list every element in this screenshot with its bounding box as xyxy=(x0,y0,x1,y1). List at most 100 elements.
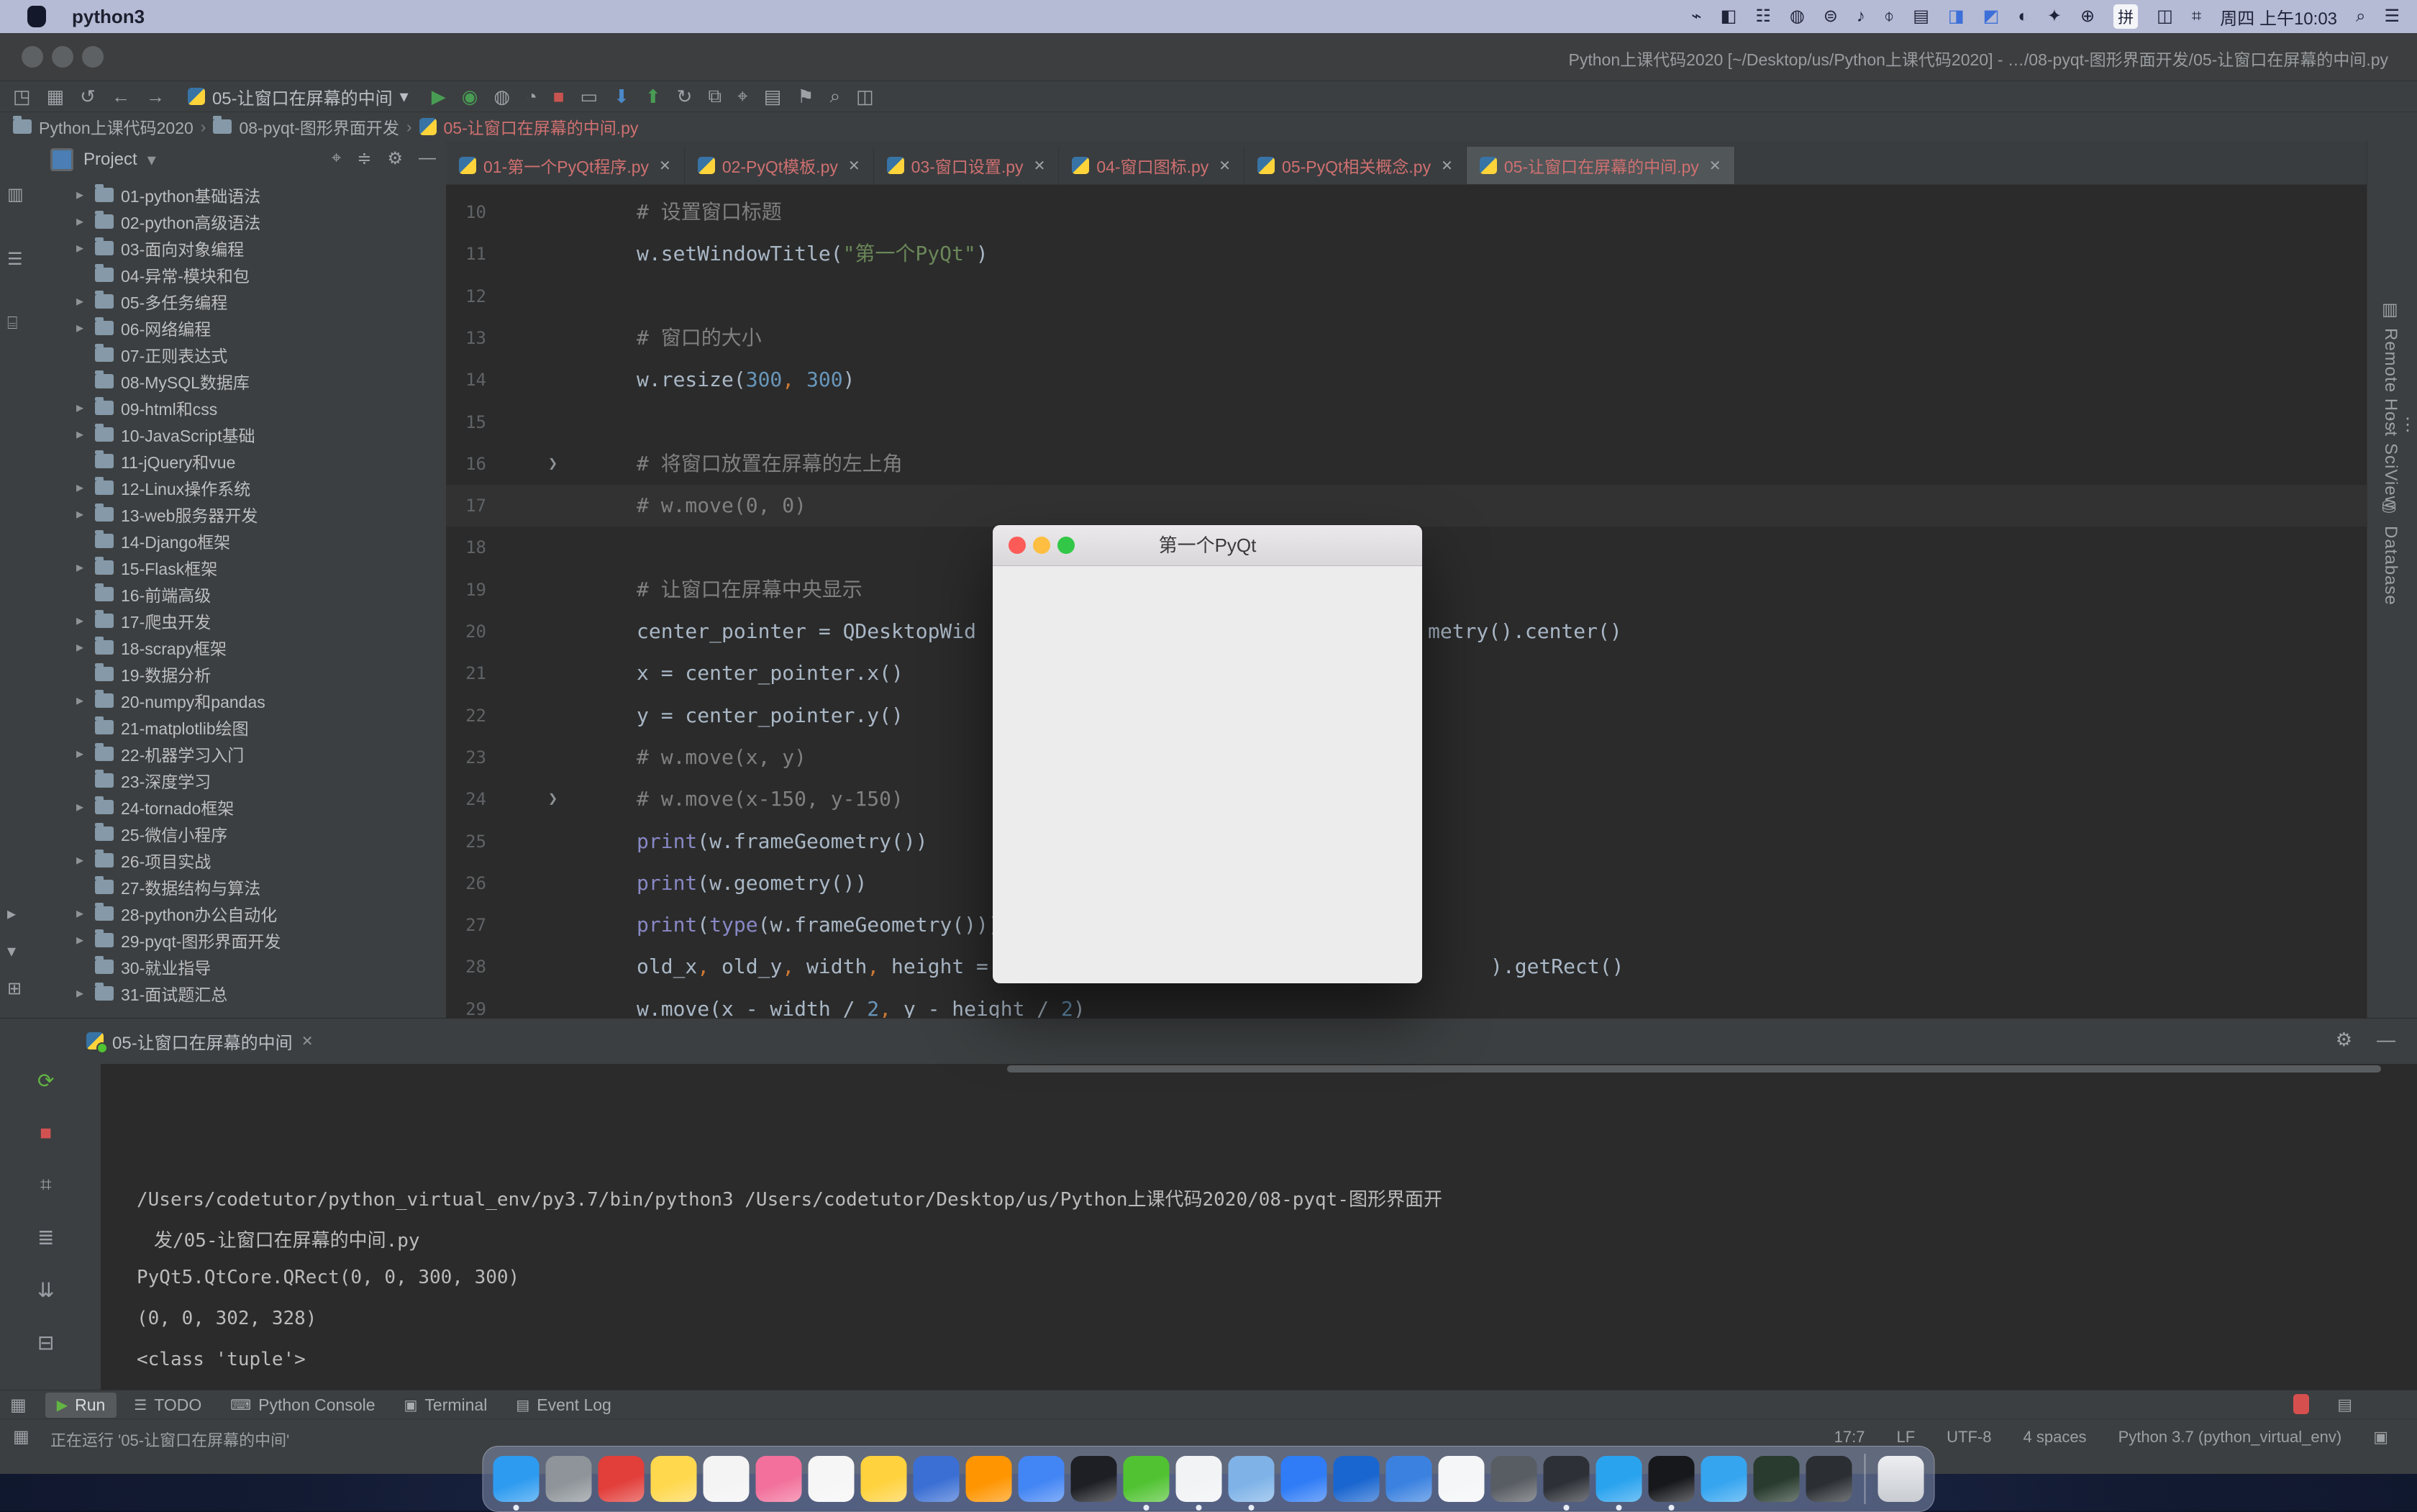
toolbar-icon[interactable]: ⬇ xyxy=(614,86,629,108)
run-toolbar-icon[interactable]: ⇊ xyxy=(37,1278,54,1302)
toolbar-icon[interactable]: ◉ xyxy=(462,86,478,108)
toolbar-icon[interactable]: ⬆ xyxy=(645,86,661,108)
toolbar-icon[interactable]: ■ xyxy=(553,86,565,108)
pyqt-zoom-button[interactable] xyxy=(1057,537,1075,554)
pyqt-close-button[interactable] xyxy=(1009,537,1026,554)
toolbar-icon[interactable]: ⌕ xyxy=(830,85,841,108)
status-widget[interactable]: LF xyxy=(1896,1428,1915,1447)
breadcrumb-item[interactable]: 05-让窗口在屏幕的中间.py xyxy=(444,114,639,139)
menubar-status-icon[interactable]: ⌗ xyxy=(2192,0,2202,33)
breadcrumb-item[interactable]: 08-pyqt-图形界面开发 xyxy=(239,114,399,139)
list-item[interactable]: ▸22-机器学习入门 xyxy=(35,740,446,767)
dock-app-music[interactable] xyxy=(598,1456,645,1502)
list-item[interactable]: ▸13-web服务器开发 xyxy=(35,501,446,527)
menubar-status-icon[interactable]: ☰ xyxy=(2384,0,2400,33)
dock-app-chrome[interactable] xyxy=(1019,1456,1065,1502)
close-icon[interactable]: ✕ xyxy=(301,1032,314,1050)
list-item[interactable]: ▸10-JavaScript基础 xyxy=(35,421,446,447)
list-item[interactable]: ▸24-tornado框架 xyxy=(35,793,446,820)
fold-icon[interactable]: ❯ xyxy=(548,443,557,485)
menubar-status-icon[interactable]: ◩ xyxy=(1983,0,2000,33)
run-toolbar-icon[interactable]: ⊟ xyxy=(37,1331,54,1354)
list-item[interactable]: ▸02-python高级语法 xyxy=(35,208,446,234)
toolbar-icon[interactable]: ↺ xyxy=(80,86,96,108)
list-item[interactable]: 08-MySQL数据库 xyxy=(35,368,446,394)
list-item[interactable]: 27-数据结构与算法 xyxy=(35,873,446,900)
run-config-selector[interactable]: 05-让窗口在屏幕的中间▾ xyxy=(188,84,409,109)
pyqt-titlebar[interactable]: 第一个PyQt xyxy=(993,525,1422,566)
status-widget[interactable]: 4 spaces xyxy=(2024,1428,2087,1447)
tab-01-第一个PyQt程序.py[interactable]: 01-第一个PyQt程序.py✕ xyxy=(446,147,685,184)
dock-app-docker[interactable] xyxy=(1334,1456,1380,1502)
project-tool-icon[interactable]: ⌖ xyxy=(332,148,342,169)
dock-app-evernote[interactable] xyxy=(1544,1456,1590,1502)
dock-app-pycharm[interactable] xyxy=(1596,1456,1642,1502)
menubar-clock[interactable]: 周四 上午10:03 xyxy=(2220,4,2337,29)
toolbar-icon[interactable]: ▤ xyxy=(764,86,782,108)
list-item[interactable]: 30-就业指导 xyxy=(35,953,446,980)
project-tool-icon[interactable]: — xyxy=(419,148,436,169)
status-widget[interactable]: ▣ xyxy=(2373,1428,2388,1447)
list-item[interactable]: ▸15-Flask框架 xyxy=(35,554,446,580)
list-item[interactable]: 23-深度学习 xyxy=(35,767,446,793)
status-widget[interactable]: 17:7 xyxy=(1834,1428,1865,1447)
menubar-status-icon[interactable]: ▤ xyxy=(1913,0,1929,33)
close-icon[interactable]: ✕ xyxy=(1441,157,1453,175)
toolwindow-button-run[interactable]: ▶Run xyxy=(45,1393,117,1418)
list-item[interactable]: ▸17-爬虫开发 xyxy=(35,607,446,634)
grid-icon[interactable]: ▦ xyxy=(10,1395,27,1416)
project-tool-icon[interactable]: ⚙ xyxy=(387,148,403,169)
toolbar-icon[interactable]: ▶ xyxy=(432,86,446,108)
breadcrumb-item[interactable]: Python上课代码2020 xyxy=(39,114,194,139)
dock-app-dropbox[interactable] xyxy=(1281,1456,1327,1502)
menubar-status-icon[interactable]: ◐ xyxy=(2018,0,2029,33)
list-item[interactable]: ▸12-Linux操作系统 xyxy=(35,474,446,501)
close-button[interactable] xyxy=(22,46,43,68)
dock-app-vscode[interactable] xyxy=(1806,1456,1852,1502)
dock-app-photoshop[interactable] xyxy=(914,1456,960,1502)
tab-04-窗口图标.py[interactable]: 04-窗口图标.py✕ xyxy=(1059,147,1244,184)
toolbar-icon[interactable]: ◫ xyxy=(856,86,874,108)
toolbar-icon[interactable]: ⌖ xyxy=(737,85,748,108)
tab-05-让窗口在屏幕的中间.py[interactable]: 05-让窗口在屏幕的中间.py✕ xyxy=(1467,147,1735,184)
panel-tool-icon[interactable]: — xyxy=(2377,1029,2395,1051)
tool-stripe-label-database[interactable]: Database xyxy=(2380,526,2400,606)
minimize-button[interactable] xyxy=(52,46,73,68)
tool-stripe-icon[interactable]: ⌸ xyxy=(7,314,17,334)
toolbar-icon[interactable]: ◳ xyxy=(13,86,31,108)
list-item[interactable]: ▸31-面试题汇总 xyxy=(35,980,446,1006)
toolbar-icon[interactable]: ▭ xyxy=(581,86,598,108)
run-toolbar-icon[interactable]: ■ xyxy=(37,1121,54,1144)
dock-app-notes[interactable] xyxy=(651,1456,697,1502)
list-item[interactable]: ▸01-python基础语法 xyxy=(35,181,446,208)
dock-app-textedit[interactable] xyxy=(704,1456,750,1502)
list-item[interactable]: ▸09-html和css xyxy=(35,394,446,421)
menubar-status-icon[interactable]: ◧ xyxy=(1721,0,1737,33)
dock-app-wechat[interactable] xyxy=(1124,1456,1170,1502)
tool-stripe-icon[interactable]: ⋮⋮ xyxy=(2382,414,2416,435)
tool-window-toggle-icon[interactable]: ▦ xyxy=(13,1426,29,1447)
list-item[interactable]: 04-异常-模块和包 xyxy=(35,261,446,288)
toolbar-icon[interactable]: ◍ xyxy=(493,86,510,108)
run-toolbar-icon[interactable]: ⟳ xyxy=(37,1069,54,1093)
dock-app-finder[interactable] xyxy=(493,1456,540,1502)
menubar-status-icon[interactable]: ✦ xyxy=(2047,0,2062,33)
tool-stripe-icon[interactable]: ▸ xyxy=(7,903,16,924)
list-item[interactable]: 19-数据分析 xyxy=(35,660,446,687)
list-item[interactable]: ▸06-网络编程 xyxy=(35,314,446,341)
tool-stripe-icon[interactable]: ⊞ xyxy=(7,978,22,999)
list-item[interactable]: 14-Django框架 xyxy=(35,527,446,554)
list-item[interactable]: ▸20-numpy和pandas xyxy=(35,687,446,714)
list-item[interactable]: ▸28-python办公自动化 xyxy=(35,900,446,926)
dock-trash[interactable] xyxy=(1878,1456,1924,1502)
dock-app-firefox[interactable] xyxy=(966,1456,1012,1502)
run-toolbar-icon[interactable]: ≣ xyxy=(37,1226,54,1249)
menubar-status-icon[interactable]: 拼 xyxy=(2113,4,2138,29)
toolwindow-button-todo[interactable]: ☰TODO xyxy=(122,1393,213,1418)
list-item[interactable]: 07-正则表达式 xyxy=(35,341,446,368)
toolbar-icon[interactable]: ← xyxy=(111,86,130,108)
menubar-status-icon[interactable]: ☷ xyxy=(1755,0,1771,33)
tool-stripe-icon[interactable]: ☰ xyxy=(7,249,23,270)
list-item[interactable]: 25-微信小程序 xyxy=(35,820,446,847)
run-toolbar-icon[interactable]: ⌗ xyxy=(37,1173,54,1197)
